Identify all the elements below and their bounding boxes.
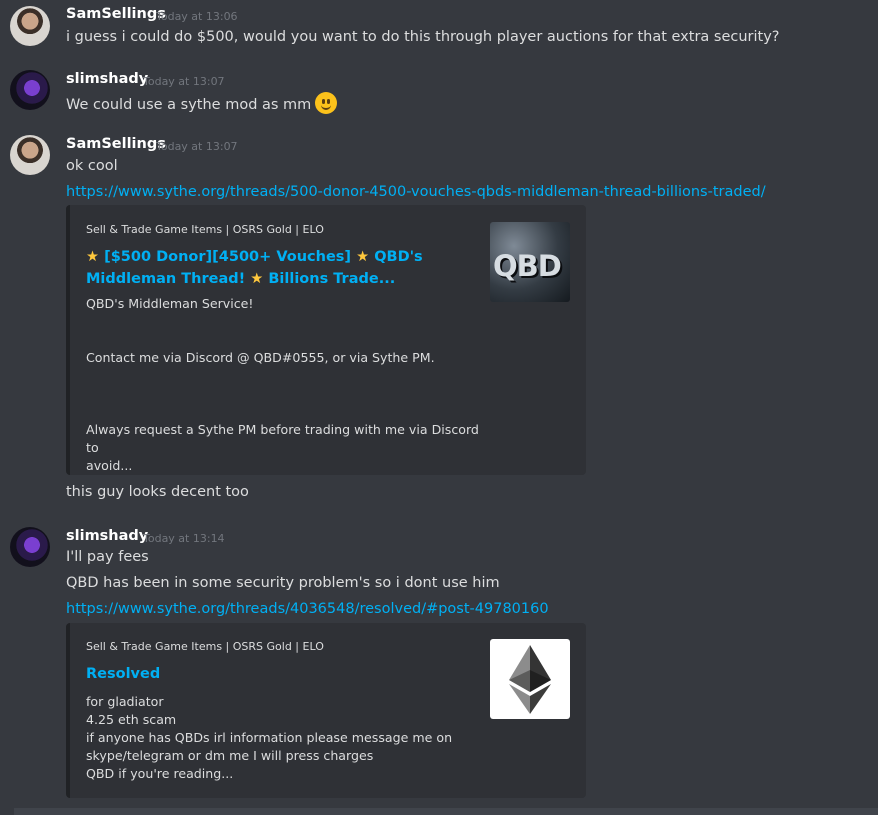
star-icon: ★: [356, 249, 370, 265]
message-group: slimshady Today at 13:14 I'll pay fees Q…: [0, 521, 878, 806]
avatar[interactable]: [10, 527, 50, 567]
slightly-smiling-face-icon: [315, 92, 338, 114]
message-text: i guess i could do $500, would you want …: [66, 29, 780, 45]
message-link[interactable]: https://www.sythe.org/threads/4036548/re…: [66, 601, 549, 617]
embed-title-part[interactable]: Billions Trade...: [268, 271, 395, 287]
embed-title[interactable]: Resolved: [86, 663, 481, 685]
message-text: ok cool: [66, 158, 118, 174]
avatar[interactable]: [10, 70, 50, 110]
username[interactable]: SamSellings: [66, 136, 166, 152]
message-text: this guy looks decent too: [66, 484, 249, 500]
embed-title-part[interactable]: [$500 Donor][4500+ Vouches]: [104, 249, 351, 265]
username[interactable]: SamSellings: [66, 6, 166, 22]
username[interactable]: slimshady: [66, 71, 148, 87]
thumbnail-logo-text: QBD: [493, 249, 562, 283]
timestamp: Today at 13:07: [143, 75, 225, 88]
ethereum-icon: [509, 645, 551, 714]
message-group: slimshady Today at 13:07 We could use a …: [0, 64, 878, 124]
avatar[interactable]: [10, 135, 50, 175]
embed-provider[interactable]: Sell & Trade Game Items | OSRS Gold | EL…: [86, 223, 324, 236]
scroll-bar-track[interactable]: [14, 808, 878, 815]
message-group: SamSellings Today at 13:06 i guess i cou…: [0, 0, 878, 60]
timestamp: Today at 13:06: [156, 10, 238, 23]
message-link[interactable]: https://www.sythe.org/threads/500-donor-…: [66, 184, 766, 200]
embed-provider[interactable]: Sell & Trade Game Items | OSRS Gold | EL…: [86, 640, 324, 653]
message-group: SamSellings Today at 13:07 ok cool https…: [0, 129, 878, 509]
embed-thumbnail[interactable]: QBD: [490, 222, 570, 302]
link-embed: Sell & Trade Game Items | OSRS Gold | EL…: [66, 205, 586, 475]
embed-description: for gladiator 4.25 eth scam if anyone ha…: [86, 694, 453, 781]
timestamp: Today at 13:14: [143, 532, 225, 545]
timestamp: Today at 13:07: [156, 140, 238, 153]
embed-description: QBD's Middleman Service! Contact me via …: [86, 296, 479, 473]
embed-title-part[interactable]: Thread!: [181, 271, 245, 287]
avatar[interactable]: [10, 6, 50, 46]
message-text: I'll pay fees: [66, 549, 149, 565]
message-text: We could use a sythe mod as mm: [66, 92, 338, 114]
star-icon: ★: [86, 249, 99, 265]
message-text-content: We could use a sythe mod as mm: [66, 97, 312, 113]
username[interactable]: slimshady: [66, 528, 148, 544]
link-embed: Sell & Trade Game Items | OSRS Gold | EL…: [66, 623, 586, 798]
message-text: QBD has been in some security problem's …: [66, 575, 500, 591]
star-icon: ★: [250, 271, 264, 287]
embed-title[interactable]: ★ [$500 Donor][4500+ Vouches] ★ QBD's Mi…: [86, 246, 481, 290]
embed-thumbnail[interactable]: [490, 639, 570, 719]
